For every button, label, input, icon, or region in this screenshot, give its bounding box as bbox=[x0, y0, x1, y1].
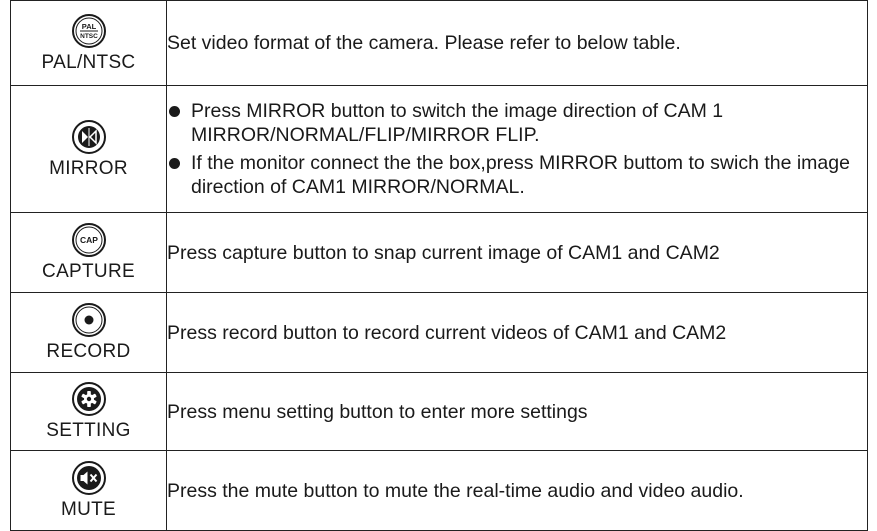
description-cell: Set video format of the camera. Please r… bbox=[166, 0, 868, 86]
pal-ntsc-icon: PAL NTSC bbox=[71, 13, 106, 48]
mirror-icon bbox=[71, 119, 106, 154]
record-icon bbox=[71, 303, 106, 337]
button-label: PAL/NTSC bbox=[41, 51, 136, 73]
pal-ntsc-icon-text-top: PAL bbox=[81, 22, 96, 31]
pal-ntsc-icon-text-bottom: NTSC bbox=[80, 33, 98, 40]
bullet-list: Press MIRROR button to switch the image … bbox=[167, 99, 867, 199]
description-cell: Press record button to record current vi… bbox=[166, 292, 868, 373]
button-label: MUTE bbox=[60, 499, 117, 520]
description-cell: Press MIRROR button to switch the image … bbox=[166, 85, 868, 213]
description-cell: Press capture button to snap current ima… bbox=[166, 212, 868, 293]
setting-gear-icon bbox=[71, 382, 106, 416]
table-row-setting: SETTING Press menu setting button to ent… bbox=[10, 372, 868, 451]
button-label: RECORD bbox=[46, 341, 131, 362]
icon-cell: MIRROR bbox=[10, 85, 167, 213]
icon-cell: CAP CAPTURE bbox=[10, 212, 167, 293]
table-row-pal-ntsc: PAL NTSC PAL/NTSC Set video format of th… bbox=[10, 0, 868, 86]
icon-cell: SETTING bbox=[10, 372, 167, 451]
list-item: If the monitor connect the the box,press… bbox=[167, 151, 867, 199]
icon-cell: MUTE bbox=[10, 450, 167, 531]
mute-icon bbox=[71, 461, 106, 495]
table-row-mirror: MIRROR Press MIRROR button to switch the… bbox=[10, 85, 868, 213]
list-item: Press MIRROR button to switch the image … bbox=[167, 99, 867, 147]
icon-cell: PAL NTSC PAL/NTSC bbox=[10, 0, 167, 86]
description-cell: Press the mute button to mute the real-t… bbox=[166, 450, 868, 531]
button-label: CAPTURE bbox=[42, 261, 135, 282]
table-row-record: RECORD Press record button to record cur… bbox=[10, 292, 868, 373]
button-label: MIRROR bbox=[49, 157, 128, 179]
description-cell: Press menu setting button to enter more … bbox=[166, 372, 868, 451]
table-row-mute: MUTE Press the mute button to mute the r… bbox=[10, 450, 868, 531]
button-function-table: PAL NTSC PAL/NTSC Set video format of th… bbox=[10, 0, 868, 531]
icon-cell: RECORD bbox=[10, 292, 167, 373]
capture-icon: CAP bbox=[71, 223, 106, 257]
table-row-capture: CAP CAPTURE Press capture button to snap… bbox=[10, 212, 868, 293]
button-label: SETTING bbox=[46, 420, 131, 441]
capture-icon-text: CAP bbox=[80, 235, 98, 245]
